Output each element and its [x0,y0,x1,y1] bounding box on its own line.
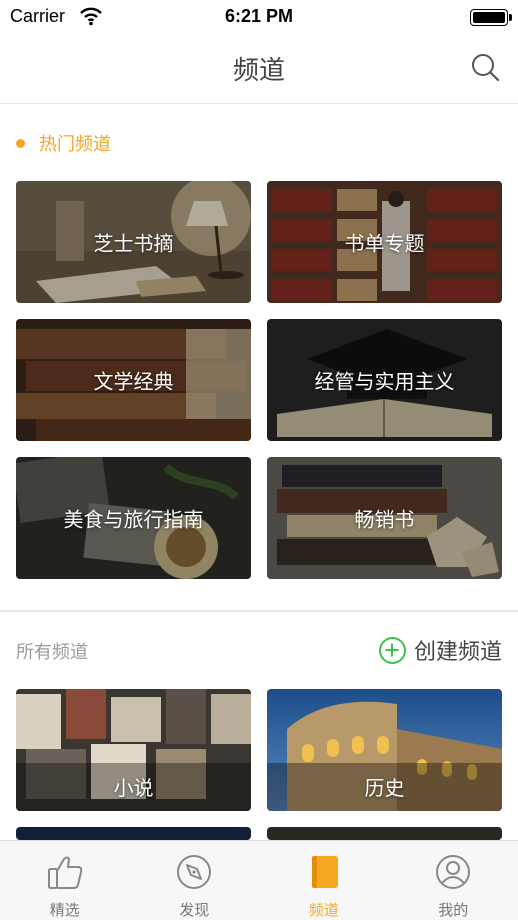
tab-channels[interactable]: 频道 [259,841,389,920]
channel-label: 文学经典 [93,369,174,394]
channel-label: 美食与旅行指南 [63,507,204,532]
user-icon [436,855,471,889]
tab-label: 频道 [308,901,339,919]
thumbs-up-icon [47,856,82,889]
battery-icon [470,9,512,26]
channel-label: 芝士书摘 [93,231,174,256]
channel-tile[interactable]: 畅销书 [267,457,502,579]
tab-bar: 精选 发现 频道 我的 [0,840,518,920]
channel-tile[interactable]: 芝士书摘 [16,181,251,303]
hot-section-title: 热门频道 [39,134,111,155]
channel-tile[interactable]: 小说 [16,689,251,811]
channel-label: 历史 [364,776,405,800]
nav-bar: 频道 [0,36,518,104]
channel-tile[interactable]: 历史 [267,689,502,811]
all-channels-title: 所有频道 [16,642,88,663]
book-icon [311,856,338,888]
plus-circle-icon [378,636,406,664]
compass-icon [177,855,212,889]
channel-tile[interactable]: 经管与实用主义 [267,319,502,441]
channel-label: 小说 [113,776,154,800]
tab-label: 精选 [49,901,80,919]
channel-tile[interactable]: 文学经典 [16,319,251,441]
hot-section-header: 热门频道 [16,128,111,158]
clock: 6:21 PM [224,6,294,26]
channel-label: 经管与实用主义 [314,369,455,394]
tab-label: 发现 [179,901,210,919]
page-title: 频道 [232,56,285,86]
bullet-dot [16,138,25,148]
search-icon[interactable] [470,52,500,82]
create-channel-button[interactable]: 创建频道 [378,634,502,666]
channel-tile[interactable]: 书单专题 [267,181,502,303]
status-bar: Carrier 6:21 PM [0,0,518,36]
create-channel-label: 创建频道 [413,640,502,665]
channel-tile[interactable] [16,827,251,840]
tab-me[interactable]: 我的 [389,841,518,920]
tab-label: 我的 [438,901,469,919]
channel-label: 畅销书 [354,507,415,532]
channel-tile[interactable]: 美食与旅行指南 [16,457,251,579]
channel-label: 书单专题 [344,231,425,256]
channel-tile[interactable] [267,827,502,840]
tab-featured[interactable]: 精选 [0,841,130,920]
section-divider [0,610,518,612]
tab-discover[interactable]: 发现 [130,841,260,920]
